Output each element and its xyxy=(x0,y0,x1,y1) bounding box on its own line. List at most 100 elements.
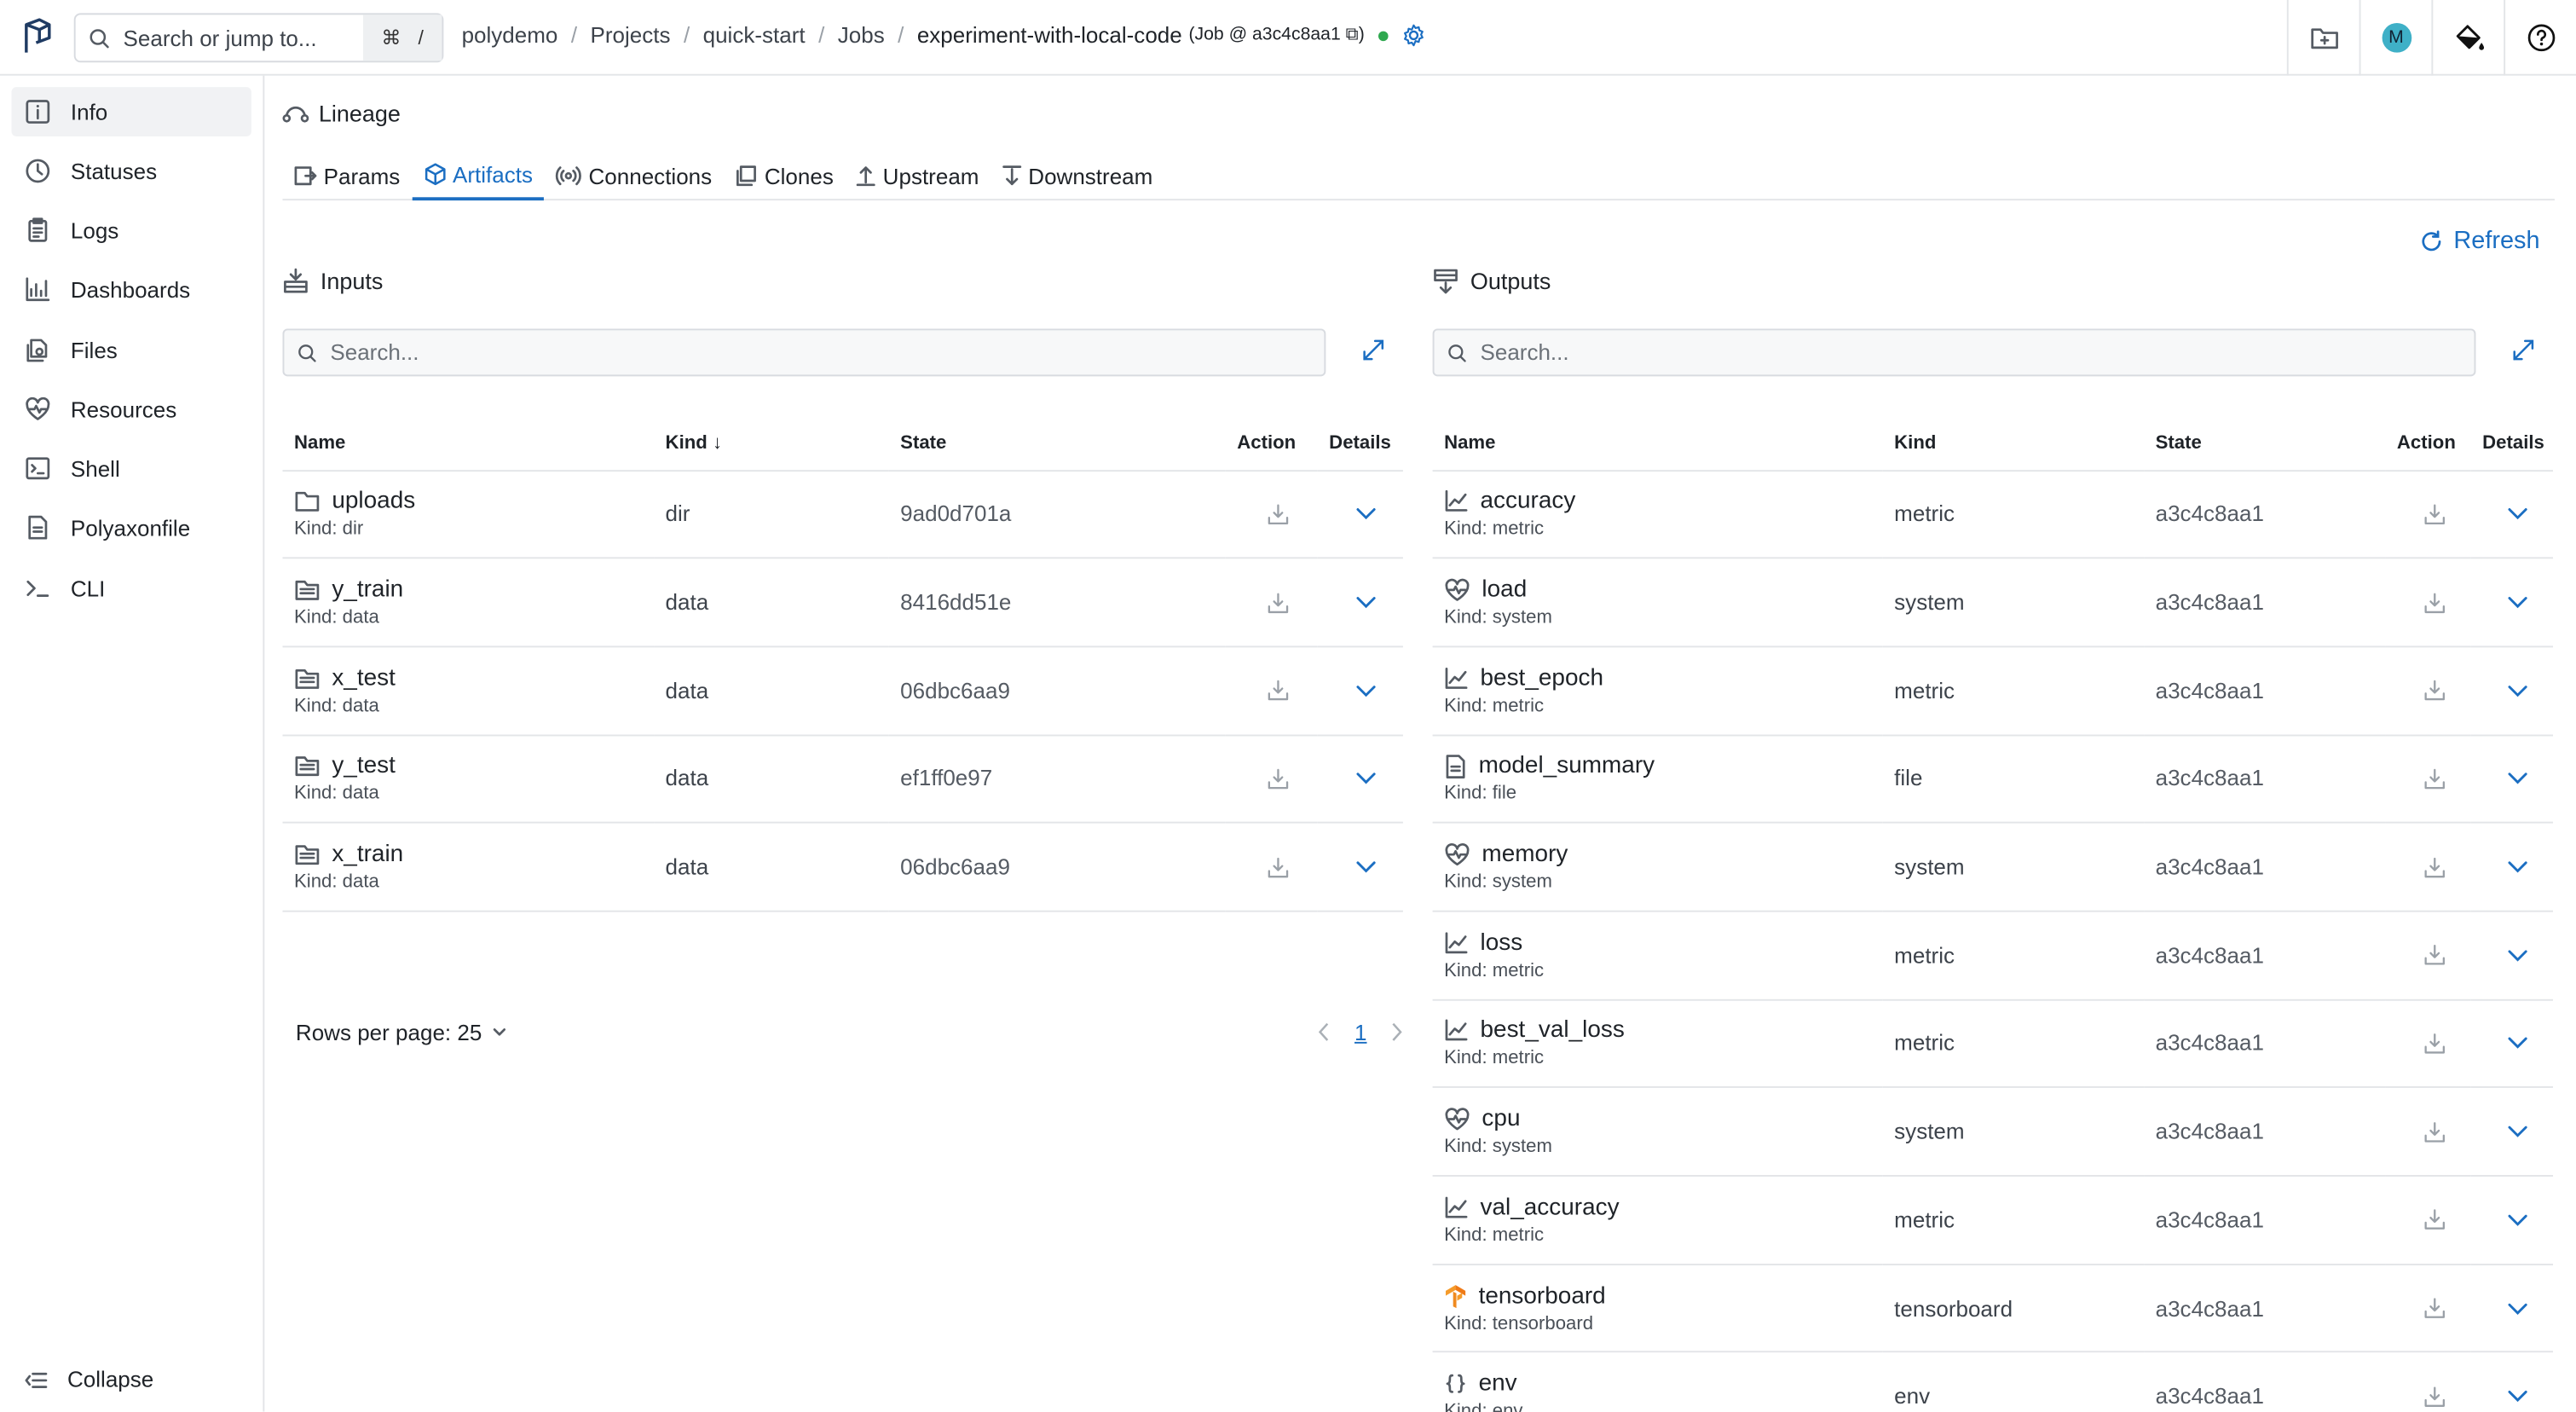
artifact-name[interactable]: load xyxy=(1481,577,1527,604)
breadcrumb-projects[interactable]: Projects xyxy=(591,23,671,48)
artifact-name[interactable]: x_train xyxy=(332,842,403,868)
download-icon[interactable] xyxy=(2423,1297,2446,1320)
tab-params[interactable]: Params xyxy=(282,151,411,200)
user-menu-button[interactable]: M xyxy=(2359,0,2432,76)
help-button[interactable] xyxy=(2504,0,2576,76)
download-icon[interactable] xyxy=(1266,855,1289,878)
table-row[interactable]: y_test Kind: data data ef1ff0e97 xyxy=(282,734,1403,825)
download-icon[interactable] xyxy=(1266,679,1289,702)
download-icon[interactable] xyxy=(1266,591,1289,614)
col-state[interactable]: State xyxy=(888,417,1226,472)
table-row[interactable]: val_accuracy Kind: metric metric a3c4c8a… xyxy=(1432,1175,2554,1265)
download-icon[interactable] xyxy=(2423,944,2446,967)
table-row[interactable]: accuracy Kind: metric metric a3c4c8aa1 xyxy=(1432,470,2554,559)
tab-artifacts[interactable]: Artifacts xyxy=(411,151,545,201)
chevron-down-icon[interactable] xyxy=(1355,683,1377,697)
table-row[interactable]: x_test Kind: data data 06dbc6aa9 xyxy=(282,646,1403,736)
sidebar-item-files[interactable]: Files xyxy=(11,326,251,375)
artifact-name[interactable]: best_epoch xyxy=(1480,665,1603,692)
artifact-name[interactable]: accuracy xyxy=(1480,489,1575,515)
next-page-icon[interactable] xyxy=(1389,1022,1402,1042)
table-row[interactable]: y_train Kind: data data 8416dd51e xyxy=(282,558,1403,648)
rows-per-page-select[interactable]: Rows per page: 25 xyxy=(296,1020,508,1045)
chevron-down-icon[interactable] xyxy=(2507,506,2528,521)
chevron-down-icon[interactable] xyxy=(1355,859,1377,874)
chevron-down-icon[interactable] xyxy=(2507,859,2528,874)
collapse-button[interactable]: Collapse xyxy=(25,1368,153,1392)
chevron-down-icon[interactable] xyxy=(1355,595,1377,610)
chevron-down-icon[interactable] xyxy=(2507,1125,2528,1139)
table-row[interactable]: env Kind: env env a3c4c8aa1 xyxy=(1432,1351,2554,1412)
table-row[interactable]: tensorboard Kind: tensorboard tensorboar… xyxy=(1432,1264,2554,1353)
chevron-down-icon[interactable] xyxy=(2507,595,2528,610)
expand-icon[interactable] xyxy=(1362,339,1385,362)
table-row[interactable]: model_summary Kind: file file a3c4c8aa1 xyxy=(1432,734,2554,825)
sidebar-item-statuses[interactable]: Statuses xyxy=(11,147,251,196)
download-icon[interactable] xyxy=(2423,1120,2446,1143)
table-row[interactable]: best_epoch Kind: metric metric a3c4c8aa1 xyxy=(1432,646,2554,736)
download-icon[interactable] xyxy=(2423,767,2446,790)
job-uuid[interactable]: (Job @ a3c4c8aa1 ⧉) xyxy=(1188,25,1364,46)
global-search-input[interactable]: Search or jump to... ⌘ / xyxy=(73,13,444,63)
chevron-down-icon[interactable] xyxy=(2507,1301,2528,1316)
sidebar-item-logs[interactable]: Logs xyxy=(11,205,251,255)
col-kind[interactable]: Kind xyxy=(1882,417,2145,472)
download-icon[interactable] xyxy=(1266,767,1289,790)
download-icon[interactable] xyxy=(2423,502,2446,525)
chevron-down-icon[interactable] xyxy=(2507,1212,2528,1227)
col-kind[interactable]: Kind ↓ xyxy=(654,417,889,472)
breadcrumb-project[interactable]: quick-start xyxy=(703,23,806,48)
artifact-name[interactable]: model_summary xyxy=(1479,753,1655,779)
artifact-name[interactable]: best_val_loss xyxy=(1480,1018,1624,1045)
table-row[interactable]: memory Kind: system system a3c4c8aa1 xyxy=(1432,823,2554,912)
artifact-name[interactable]: y_train xyxy=(332,577,403,604)
table-row[interactable]: x_train Kind: data data 06dbc6aa9 xyxy=(282,823,1403,912)
col-state[interactable]: State xyxy=(2144,417,2386,472)
download-icon[interactable] xyxy=(2423,1208,2446,1231)
breadcrumb-org[interactable]: polydemo xyxy=(462,23,558,48)
table-row[interactable]: cpu Kind: system system a3c4c8aa1 xyxy=(1432,1087,2554,1177)
artifact-name[interactable]: y_test xyxy=(332,753,396,779)
settings-gear-icon[interactable] xyxy=(1401,23,1425,48)
breadcrumb-jobs[interactable]: Jobs xyxy=(838,23,885,48)
refresh-button[interactable]: Refresh xyxy=(2421,227,2540,255)
inputs-search-input[interactable]: Search... xyxy=(282,328,1326,377)
artifact-name[interactable]: x_test xyxy=(332,665,396,692)
new-folder-button[interactable] xyxy=(2286,0,2359,76)
sidebar-item-polyaxonfile[interactable]: Polyaxonfile xyxy=(11,503,251,553)
download-icon[interactable] xyxy=(2423,679,2446,702)
sidebar-item-cli[interactable]: CLI xyxy=(11,564,251,613)
download-icon[interactable] xyxy=(1266,502,1289,525)
artifact-name[interactable]: uploads xyxy=(332,489,415,515)
download-icon[interactable] xyxy=(2423,591,2446,614)
table-row[interactable]: uploads Kind: dir dir 9ad0d701a xyxy=(282,470,1403,559)
chevron-down-icon[interactable] xyxy=(2507,772,2528,786)
chevron-down-icon[interactable] xyxy=(1355,772,1377,786)
artifact-name[interactable]: val_accuracy xyxy=(1480,1195,1619,1221)
prev-page-icon[interactable] xyxy=(1319,1022,1331,1042)
sidebar-item-info[interactable]: Info xyxy=(11,87,251,136)
expand-icon[interactable] xyxy=(2512,339,2535,362)
page-number[interactable]: 1 xyxy=(1354,1020,1366,1045)
col-name[interactable]: Name xyxy=(1432,417,1883,472)
artifact-name[interactable]: env xyxy=(1479,1371,1517,1398)
artifact-name[interactable]: loss xyxy=(1480,929,1522,956)
chevron-down-icon[interactable] xyxy=(1355,506,1377,521)
outputs-search-input[interactable]: Search... xyxy=(1432,328,2476,377)
download-icon[interactable] xyxy=(2423,1385,2446,1408)
tab-upstream[interactable]: Upstream xyxy=(845,151,991,200)
chevron-down-icon[interactable] xyxy=(2507,683,2528,697)
tab-clones[interactable]: Clones xyxy=(724,151,846,200)
sidebar-item-dashboards[interactable]: Dashboards xyxy=(11,264,251,314)
polyaxon-logo-icon[interactable] xyxy=(21,18,51,54)
table-row[interactable]: best_val_loss Kind: metric metric a3c4c8… xyxy=(1432,999,2554,1089)
table-row[interactable]: load Kind: system system a3c4c8aa1 xyxy=(1432,558,2554,648)
table-row[interactable]: loss Kind: metric metric a3c4c8aa1 xyxy=(1432,911,2554,1000)
sidebar-item-shell[interactable]: Shell xyxy=(11,443,251,493)
chevron-down-icon[interactable] xyxy=(2507,1389,2528,1403)
download-icon[interactable] xyxy=(2423,855,2446,878)
sidebar-item-resources[interactable]: Resources xyxy=(11,385,251,434)
tab-downstream[interactable]: Downstream xyxy=(991,151,1164,200)
download-icon[interactable] xyxy=(2423,1032,2446,1055)
artifact-name[interactable]: tensorboard xyxy=(1479,1282,1606,1309)
